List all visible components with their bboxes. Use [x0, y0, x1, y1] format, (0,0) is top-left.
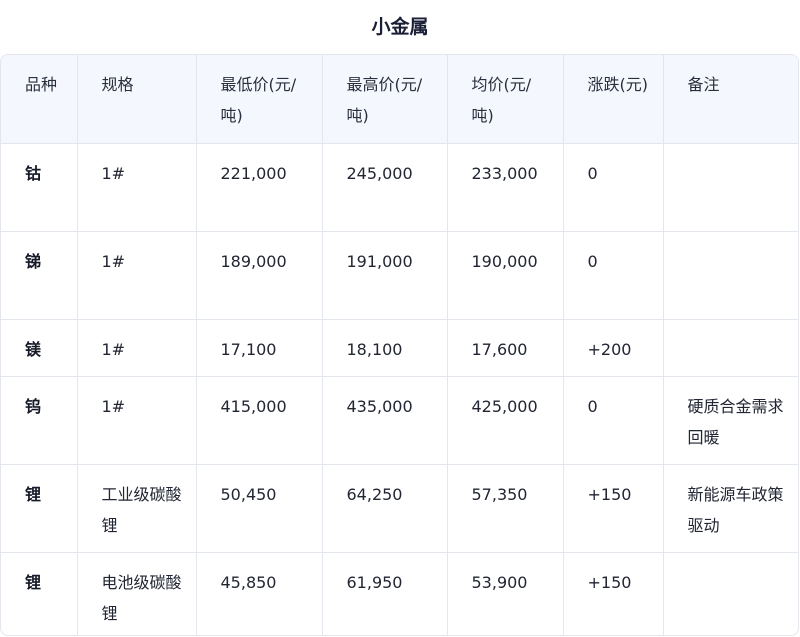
cell-variety: 锑 — [1, 231, 78, 320]
cell-spec: 1# — [77, 231, 197, 320]
header-change: 涨跌(元) — [563, 55, 664, 144]
cell-variety: 钴 — [1, 143, 78, 232]
cell-change: 0 — [563, 143, 664, 232]
cell-change: +150 — [563, 552, 664, 635]
cell-variety: 镁 — [1, 319, 78, 377]
cell-variety: 钨 — [1, 376, 78, 465]
cell-variety: 锂 — [1, 552, 78, 635]
table-row: 锂 工业级碳酸锂 50,450 64,250 57,350 +150 新能源车政… — [1, 464, 798, 553]
price-table-container: 品种 规格 最低价(元/吨) 最高价(元/吨) 均价(元/吨) 涨跌(元) 备注… — [0, 54, 799, 636]
cell-low-price: 415,000 — [196, 376, 323, 465]
page-title: 小金属 — [371, 16, 429, 38]
cell-remark — [663, 552, 798, 635]
cell-low-price: 221,000 — [196, 143, 323, 232]
cell-low-price: 45,850 — [196, 552, 323, 635]
table-row: 钴 1# 221,000 245,000 233,000 0 — [1, 143, 798, 232]
cell-low-price: 17,100 — [196, 319, 323, 377]
cell-remark — [663, 143, 798, 232]
cell-avg-price: 425,000 — [447, 376, 564, 465]
cell-spec: 工业级碳酸锂 — [77, 464, 197, 553]
cell-avg-price: 190,000 — [447, 231, 564, 320]
table-row: 钨 1# 415,000 435,000 425,000 0 硬质合金需求回暖 — [1, 376, 798, 465]
cell-change: 0 — [563, 376, 664, 465]
cell-high-price: 61,950 — [322, 552, 448, 635]
cell-spec: 1# — [77, 319, 197, 377]
header-low-price: 最低价(元/吨) — [196, 55, 323, 144]
cell-high-price: 245,000 — [322, 143, 448, 232]
cell-low-price: 189,000 — [196, 231, 323, 320]
cell-spec: 1# — [77, 143, 197, 232]
table-row: 锂 电池级碳酸锂 45,850 61,950 53,900 +150 — [1, 552, 798, 635]
cell-avg-price: 17,600 — [447, 319, 564, 377]
cell-high-price: 18,100 — [322, 319, 448, 377]
header-avg-price: 均价(元/吨) — [447, 55, 564, 144]
cell-remark — [663, 319, 798, 377]
table-row: 锑 1# 189,000 191,000 190,000 0 — [1, 231, 798, 320]
header-remark: 备注 — [663, 55, 798, 144]
table-header-row: 品种 规格 最低价(元/吨) 最高价(元/吨) 均价(元/吨) 涨跌(元) 备注 — [1, 55, 798, 144]
header-spec: 规格 — [77, 55, 197, 144]
header-high-price: 最高价(元/吨) — [322, 55, 448, 144]
cell-remark: 新能源车政策驱动 — [663, 464, 798, 553]
cell-avg-price: 57,350 — [447, 464, 564, 553]
cell-low-price: 50,450 — [196, 464, 323, 553]
cell-change: +200 — [563, 319, 664, 377]
cell-variety: 锂 — [1, 464, 78, 553]
cell-remark: 硬质合金需求回暖 — [663, 376, 798, 465]
cell-avg-price: 53,900 — [447, 552, 564, 635]
table-row: 镁 1# 17,100 18,100 17,600 +200 — [1, 319, 798, 377]
cell-change: 0 — [563, 231, 664, 320]
cell-high-price: 435,000 — [322, 376, 448, 465]
cell-spec: 电池级碳酸锂 — [77, 552, 197, 635]
cell-remark — [663, 231, 798, 320]
cell-change: +150 — [563, 464, 664, 553]
cell-spec: 1# — [77, 376, 197, 465]
cell-high-price: 64,250 — [322, 464, 448, 553]
cell-high-price: 191,000 — [322, 231, 448, 320]
price-table: 品种 规格 最低价(元/吨) 最高价(元/吨) 均价(元/吨) 涨跌(元) 备注… — [1, 55, 798, 635]
header-variety: 品种 — [1, 55, 78, 144]
cell-avg-price: 233,000 — [447, 143, 564, 232]
